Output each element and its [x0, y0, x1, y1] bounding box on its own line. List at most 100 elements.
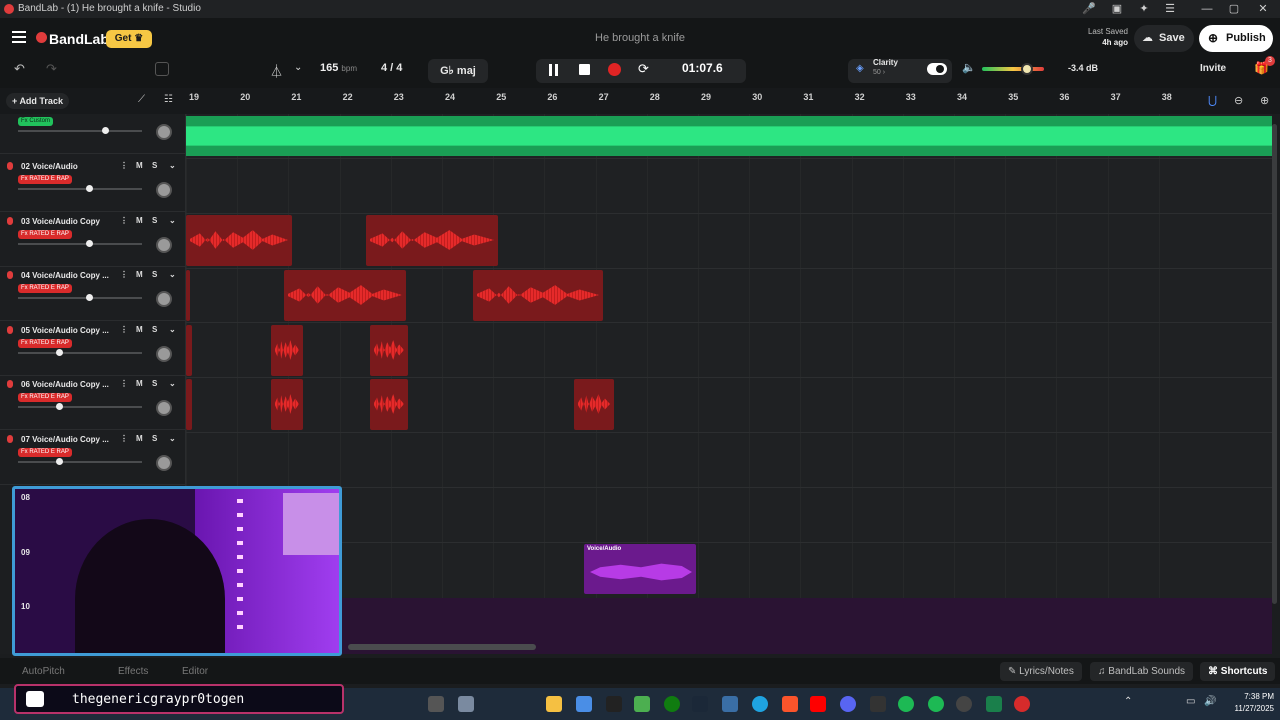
pan-knob[interactable]: [156, 236, 172, 253]
audio-clip[interactable]: [186, 215, 292, 266]
mail-icon[interactable]: [722, 696, 738, 712]
audio-clip[interactable]: [366, 215, 498, 266]
clarity-toggle[interactable]: [927, 63, 947, 75]
fx-badge[interactable]: Fx RATED E RAP: [18, 393, 72, 403]
audio-clip[interactable]: [473, 270, 603, 321]
vertical-scrollbar[interactable]: [1272, 124, 1277, 604]
metronome-dropdown-icon[interactable]: ⌄: [294, 62, 302, 73]
shortcuts-button[interactable]: ⌘ Shortcuts: [1200, 662, 1276, 681]
bandlab-logo[interactable]: BandLab: [49, 31, 109, 47]
bandlab-taskbar-icon[interactable]: [1014, 696, 1030, 712]
settings-icon[interactable]: [458, 696, 474, 712]
audio-clip[interactable]: [271, 325, 303, 376]
time-signature[interactable]: 4 / 4: [381, 62, 402, 74]
track-volume-thumb[interactable]: [55, 348, 63, 356]
fx-badge[interactable]: Fx RATED E RAP: [18, 175, 72, 184]
track-options-icon[interactable]: ⋮: [120, 161, 128, 170]
speaker-icon[interactable]: 🔈: [962, 61, 976, 74]
solo-button[interactable]: S: [152, 270, 157, 279]
mute-button[interactable]: M: [136, 161, 143, 170]
track-name[interactable]: 04 Voice/Audio Copy ...: [21, 271, 109, 280]
track-volume-slider[interactable]: [18, 403, 142, 411]
pan-knob[interactable]: [156, 124, 172, 140]
fx-badge[interactable]: Fx RATED E RAP: [18, 338, 72, 348]
mixer-icon[interactable]: [155, 62, 169, 76]
track-header[interactable]: 05 Voice/Audio Copy ... ⋮ M S ⌄ Fx RATED E RA…: [0, 322, 186, 376]
mute-button[interactable]: M: [136, 270, 143, 279]
track-expand-icon[interactable]: ⌄: [169, 379, 176, 388]
audio-clip-green[interactable]: [186, 116, 1272, 156]
magnet-icon[interactable]: ⋃: [1208, 94, 1217, 107]
zoom-in-icon[interactable]: ⊕: [1260, 94, 1269, 107]
track-options-icon[interactable]: ⋮: [120, 270, 128, 279]
clock-date[interactable]: 11/27/2025: [1222, 704, 1274, 713]
track-volume-slider[interactable]: [18, 239, 142, 247]
publish-button[interactable]: ⊕ Publish: [1199, 25, 1273, 52]
hamburger-icon[interactable]: [12, 31, 26, 43]
pan-knob[interactable]: [156, 455, 172, 471]
editor-tab[interactable]: Editor: [182, 666, 208, 677]
track-volume-thumb[interactable]: [85, 239, 93, 247]
undo-icon[interactable]: ↶: [14, 61, 25, 77]
track-volume-thumb[interactable]: [85, 185, 93, 192]
task-view-icon[interactable]: [428, 696, 444, 712]
mute-button[interactable]: M: [136, 434, 143, 443]
track-volume-slider[interactable]: [18, 348, 142, 356]
fx-badge[interactable]: Fx Custom: [18, 117, 54, 126]
spotify-icon[interactable]: [898, 696, 914, 712]
autopitch-tab[interactable]: AutoPitch: [22, 666, 65, 677]
mute-button[interactable]: M: [136, 379, 143, 388]
track-volume-slider[interactable]: [18, 127, 142, 134]
track-header[interactable]: 03 Voice/Audio Copy ⋮ M S ⌄ Fx RATED E RAP: [0, 213, 186, 267]
arrangement-lanes[interactable]: Voice/Audio: [186, 114, 1272, 654]
capcut-icon[interactable]: [606, 696, 622, 712]
spreadsheet-icon[interactable]: [986, 696, 1002, 712]
network-icon[interactable]: ▭: [1186, 696, 1195, 707]
zoom-out-icon[interactable]: ⊖: [1234, 94, 1243, 107]
media-player-icon[interactable]: [956, 696, 972, 712]
maximize-icon[interactable]: ▢: [1227, 2, 1241, 16]
youtube-icon[interactable]: [810, 696, 826, 712]
audio-clip[interactable]: [271, 379, 303, 430]
audio-clip[interactable]: [370, 379, 408, 430]
audio-clip[interactable]: [186, 379, 192, 430]
track-header[interactable]: 02 Voice/Audio ⋮ M S ⌄ Fx RATED E RAP: [0, 158, 186, 212]
solo-button[interactable]: S: [152, 216, 157, 225]
tray-chevron-icon[interactable]: ⌃: [1124, 696, 1132, 707]
audio-clip[interactable]: [186, 325, 192, 376]
track-header[interactable]: 04 Voice/Audio Copy ... ⋮ M S ⌄ Fx RATED E RA…: [0, 267, 186, 322]
track-expand-icon[interactable]: ⌄: [169, 434, 176, 443]
track-volume-slider[interactable]: [18, 185, 142, 192]
edge-icon[interactable]: [752, 696, 768, 712]
solo-button[interactable]: S: [152, 161, 157, 170]
steam-icon[interactable]: [692, 696, 708, 712]
tempo-display[interactable]: 165 bpm: [320, 62, 357, 74]
track-volume-thumb[interactable]: [85, 294, 93, 302]
discord-icon[interactable]: [840, 696, 856, 712]
pan-knob[interactable]: [156, 182, 172, 198]
minecraft-icon[interactable]: [634, 696, 650, 712]
record-button[interactable]: [608, 63, 621, 76]
track-header[interactable]: Fx Custom: [0, 100, 186, 154]
shield-icon[interactable]: ▣: [1110, 2, 1124, 16]
key-selector[interactable]: G♭ maj: [428, 59, 488, 83]
track-options-icon[interactable]: ⋮: [120, 379, 128, 388]
pan-knob[interactable]: [156, 291, 172, 308]
store-icon[interactable]: [576, 696, 592, 712]
pan-knob[interactable]: [156, 400, 172, 417]
lyrics-notes-button[interactable]: ✎ Lyrics/Notes: [1000, 662, 1082, 681]
pause-button[interactable]: [549, 64, 558, 76]
mute-button[interactable]: M: [136, 216, 143, 225]
audio-clip[interactable]: [370, 325, 408, 376]
track-expand-icon[interactable]: ⌄: [169, 325, 176, 334]
track-options-icon[interactable]: ⋮: [120, 325, 128, 334]
track-volume-slider[interactable]: [18, 458, 142, 465]
track-volume-thumb[interactable]: [55, 458, 63, 465]
brave-icon[interactable]: [782, 696, 798, 712]
loop-button[interactable]: ⟳: [638, 61, 649, 77]
track-header[interactable]: 07 Voice/Audio Copy ... ⋮ M S ⌄ Fx RATED E RA…: [0, 431, 186, 485]
audio-clip[interactable]: [284, 270, 406, 321]
xbox-icon[interactable]: [664, 696, 680, 712]
close-icon[interactable]: ✕: [1256, 2, 1270, 16]
track-name[interactable]: 02 Voice/Audio: [21, 162, 78, 171]
